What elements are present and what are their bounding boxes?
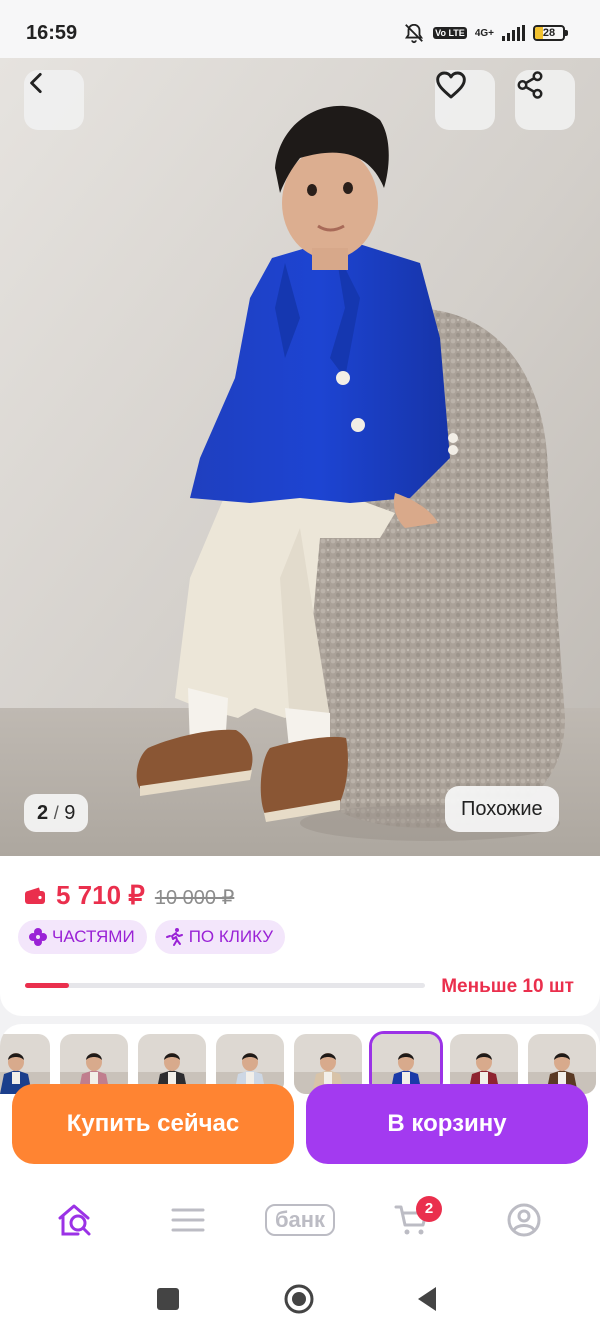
similar-button[interactable]: Похожие xyxy=(445,786,559,832)
share-icon xyxy=(517,71,543,99)
network-type: 4G+ xyxy=(474,27,494,39)
share-button[interactable] xyxy=(515,70,575,130)
catalog-icon xyxy=(171,1208,205,1232)
profile-icon xyxy=(507,1203,541,1237)
system-nav-bar xyxy=(0,1268,600,1332)
photo-counter-total: 9 xyxy=(64,802,76,824)
tag-one-click-label: ПО КЛИКУ xyxy=(188,927,274,946)
clover-icon xyxy=(29,928,47,946)
payment-tags: ЧАСТЯМИ ПО КЛИКУ xyxy=(18,920,286,954)
tag-installments-label: ЧАСТЯМИ xyxy=(52,927,135,946)
bottom-nav: банк 2 xyxy=(0,1172,600,1268)
recents-square-icon[interactable] xyxy=(156,1280,180,1320)
battery-level: 28 xyxy=(542,27,556,39)
photo-counter: 2 / 9 xyxy=(24,794,89,832)
price-card: 5 710 ₽ 10 000 ₽ ЧАСТЯМИ ПО КЛИКУ Меньше… xyxy=(0,856,600,1016)
home-search-icon xyxy=(58,1204,91,1236)
running-man-icon xyxy=(165,928,183,946)
status-bar: 16:59 Vo LTE 4G+ 28 xyxy=(0,0,600,58)
tag-one-click[interactable]: ПО КЛИКУ xyxy=(154,920,286,954)
volte-icon: Vo LTE xyxy=(433,27,467,39)
nav-home[interactable] xyxy=(36,1190,116,1250)
product-photo[interactable]: 2 / 9 Похожие xyxy=(0,58,600,856)
nav-bank[interactable]: банк xyxy=(260,1190,340,1250)
back-triangle-icon[interactable] xyxy=(414,1280,440,1320)
battery-icon: 28 xyxy=(533,25,568,41)
home-circle-icon[interactable] xyxy=(282,1280,316,1320)
stock-progress-bar xyxy=(25,983,425,988)
price-row: 5 710 ₽ 10 000 ₽ xyxy=(24,880,234,911)
back-button[interactable] xyxy=(24,70,84,130)
stock-text: Меньше 10 шт xyxy=(441,976,574,997)
product-image xyxy=(0,58,600,856)
action-buttons: Купить сейчас В корзину xyxy=(12,1084,588,1164)
price-old: 10 000 ₽ xyxy=(154,887,235,909)
add-to-cart-button[interactable]: В корзину xyxy=(306,1084,588,1164)
signal-icon xyxy=(502,25,525,41)
tag-installments[interactable]: ЧАСТЯМИ xyxy=(18,920,147,954)
price-current: 5 710 ₽ xyxy=(56,880,145,910)
status-time: 16:59 xyxy=(26,22,78,44)
nav-catalog[interactable] xyxy=(148,1190,228,1250)
favorite-button[interactable] xyxy=(435,70,495,130)
buy-now-button[interactable]: Купить сейчас xyxy=(12,1084,294,1164)
heart-icon xyxy=(436,71,466,99)
photo-counter-separator: / xyxy=(53,803,59,823)
stock-progress-fill xyxy=(25,983,69,988)
wallet-icon xyxy=(25,887,45,904)
bell-off-icon xyxy=(405,23,424,44)
nav-profile[interactable] xyxy=(484,1190,564,1250)
back-arrow-icon xyxy=(30,72,42,94)
photo-counter-current: 2 xyxy=(37,802,49,824)
cart-count-badge: 2 xyxy=(416,1196,442,1222)
nav-cart[interactable]: 2 xyxy=(372,1190,452,1250)
status-icons: Vo LTE 4G+ 28 xyxy=(403,22,568,44)
bank-icon: банк xyxy=(264,1204,336,1236)
